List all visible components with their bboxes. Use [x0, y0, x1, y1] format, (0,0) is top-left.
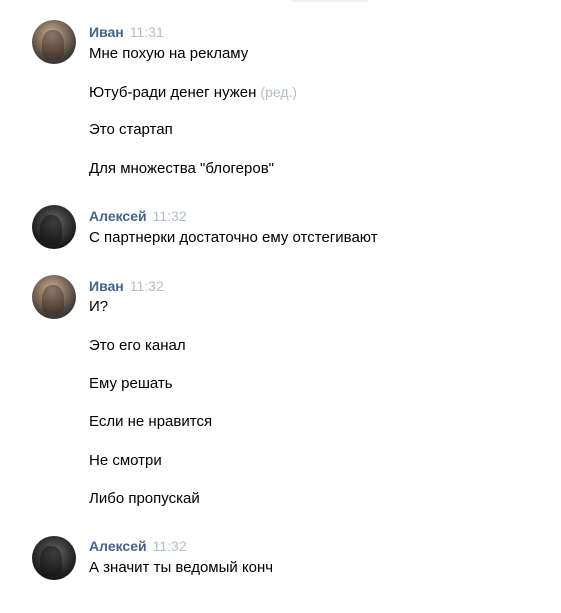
avatar[interactable]: [32, 536, 76, 580]
avatar[interactable]: [32, 205, 76, 249]
message-text: С партнерки достаточно ему отстегивают: [89, 228, 378, 248]
message-text-content: А значит ты ведомый конч: [89, 559, 274, 576]
message-text: А значит ты ведомый конч: [89, 558, 273, 578]
avatar[interactable]: [32, 275, 76, 319]
avatar-photo: [42, 30, 64, 60]
message-text-content: Если не нравится: [89, 413, 213, 430]
message-text: Либо пропускай: [89, 489, 200, 509]
message-text-content: Это его канал: [89, 337, 186, 354]
message-text: И?: [89, 297, 108, 317]
message-header: Иван 11:32: [89, 278, 164, 296]
author-name[interactable]: Алексей: [89, 538, 147, 554]
message-time[interactable]: 11:32: [153, 208, 187, 224]
message-text: Не смотри: [89, 451, 162, 471]
message-time[interactable]: 11:32: [130, 278, 164, 294]
message-text: Если не нравится: [89, 412, 212, 432]
author-name[interactable]: Иван: [89, 278, 124, 294]
message-text: Мне похую на рекламу: [89, 44, 248, 64]
message-text-content: Ютуб-ради денег нужен: [89, 84, 257, 101]
message-text-content: Ему решать: [89, 375, 173, 392]
message-text: Ютуб-ради денег нужен (ред.): [89, 82, 297, 103]
message-header: Иван 11:31: [89, 24, 164, 42]
scroll-indicator: [290, 0, 370, 2]
message-text-content: Для множества "блогеров": [89, 160, 274, 177]
message-text-content: И?: [89, 298, 109, 315]
message-text-content: Либо пропускай: [89, 490, 200, 507]
edited-label[interactable]: (ред.): [260, 84, 297, 100]
message-header: Алексей 11:32: [89, 538, 187, 556]
avatar[interactable]: [32, 20, 76, 64]
message-text-content: Мне похую на рекламу: [89, 45, 249, 62]
author-name[interactable]: Алексей: [89, 208, 147, 224]
message-text-content: Это стартап: [89, 121, 173, 138]
avatar-photo: [40, 546, 62, 576]
message-text: Для множества "блогеров": [89, 159, 274, 179]
message-text-content: Не смотри: [89, 452, 162, 469]
message-text: Это стартап: [89, 120, 173, 140]
message-text-content: С партнерки достаточно ему отстегивают: [89, 229, 378, 246]
message-text: Ему решать: [89, 374, 173, 394]
author-name[interactable]: Иван: [89, 24, 124, 40]
message-header: Алексей 11:32: [89, 208, 187, 226]
message-time[interactable]: 11:32: [153, 538, 187, 554]
avatar-photo: [40, 215, 62, 245]
message-text: Это его канал: [89, 336, 186, 356]
avatar-photo: [42, 285, 64, 315]
message-time[interactable]: 11:31: [130, 24, 164, 40]
